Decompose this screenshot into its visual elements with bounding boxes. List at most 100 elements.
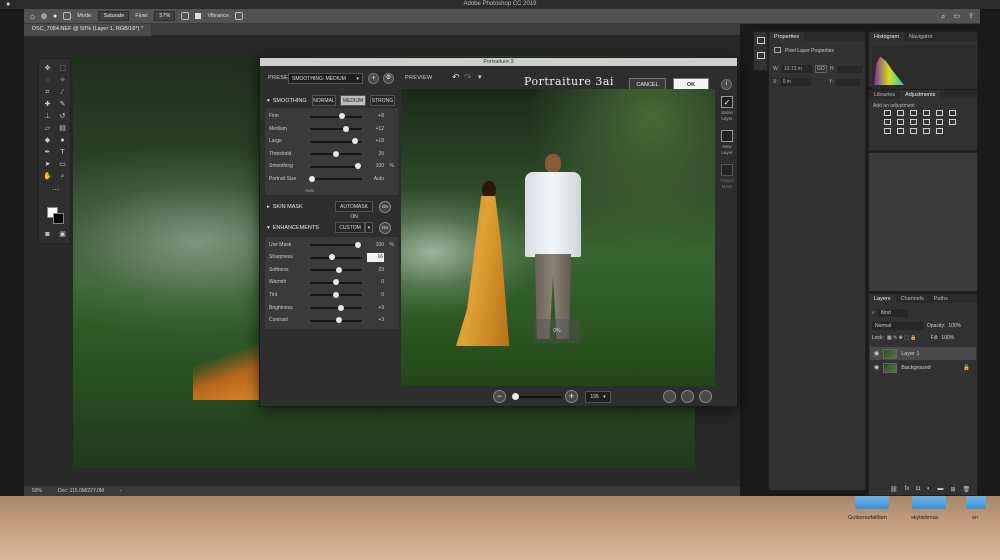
channels-tab[interactable]: Channels [896, 294, 929, 303]
desktop-icon-label[interactable]: sn [972, 515, 978, 521]
workspace-icon[interactable]: ▭ [954, 12, 961, 22]
status-zoom[interactable]: 50% [32, 488, 42, 494]
dodge-tool-icon[interactable]: ● [58, 137, 67, 144]
slider-track[interactable] [310, 178, 362, 181]
quick-mask-icon[interactable]: ◙ [43, 231, 52, 238]
hue-adjustment-icon[interactable] [884, 119, 891, 125]
opacity-field[interactable]: 100% [948, 323, 961, 329]
vibrance-checkbox[interactable] [195, 13, 202, 19]
x-field[interactable]: 0 in [780, 78, 811, 86]
search-icon[interactable]: ⌕ [941, 12, 945, 22]
group-icon[interactable]: ▬ [938, 486, 944, 493]
libraries-tab[interactable]: Libraries [869, 90, 900, 99]
navigator-tab[interactable]: Navigator [904, 32, 938, 41]
smoothing-medium-button[interactable]: MEDIUM [340, 95, 366, 106]
fill-field[interactable]: 100% [941, 335, 954, 341]
desktop-icon-label[interactable]: Gutierrezfallfam [848, 515, 887, 521]
more-tools-icon[interactable]: ⋯ [51, 187, 60, 194]
smoothing-header[interactable]: ▾ SMOOTHING NORMAL MEDIUM STRONG [265, 94, 398, 108]
background-color-swatch[interactable] [53, 213, 64, 224]
same-layer-checkbox[interactable]: ✓ [721, 96, 733, 108]
eye-icon[interactable]: ◉ [874, 350, 879, 357]
bw-adjustment-icon[interactable] [910, 119, 917, 125]
pressure-icon[interactable] [235, 12, 244, 20]
new-layer-checkbox[interactable] [721, 130, 733, 142]
link-layers-icon[interactable]: ⛓ [890, 486, 898, 493]
slider-value-input[interactable]: 16 [367, 252, 384, 262]
smoothing-strong-button[interactable]: STRONG [370, 95, 395, 106]
layer-kind-select[interactable]: Kind [877, 309, 908, 317]
slider-track[interactable] [310, 128, 362, 131]
path-select-icon[interactable]: ➤ [43, 161, 52, 168]
trash-icon[interactable]: 🗑 [963, 486, 971, 493]
lasso-tool-icon[interactable]: ◌ [43, 77, 52, 84]
eyedropper-icon[interactable]: ⁄ [58, 89, 67, 96]
slider-knob[interactable] [335, 266, 342, 273]
preset-settings-button[interactable]: ⚙ [383, 73, 394, 84]
eraser-tool-icon[interactable]: ▱ [43, 125, 52, 132]
new-layer-icon[interactable]: ⊞ [951, 486, 956, 493]
selective-color-adjustment-icon[interactable] [923, 128, 930, 134]
curves-adjustment-icon[interactable] [910, 110, 917, 116]
invert-adjustment-icon[interactable] [884, 128, 891, 134]
hand-tool-icon[interactable]: ✋ [43, 173, 52, 180]
marquee-tool-icon[interactable]: ⬚ [58, 65, 67, 72]
crop-tool-icon[interactable]: ⌗ [43, 89, 52, 96]
sponge-tool-icon[interactable]: ◍ [41, 12, 47, 20]
split-horizontal-view-button[interactable] [681, 390, 694, 403]
blend-mode-select[interactable]: Normal [872, 322, 924, 330]
posterize-adjustment-icon[interactable] [897, 128, 904, 134]
add-preset-button[interactable]: + [368, 73, 379, 84]
eye-icon[interactable]: ◉ [874, 364, 879, 371]
pen-tool-icon[interactable]: ✒ [43, 149, 52, 156]
lock-icons[interactable]: ▦ ✎ ✥ ⬚ 🔒 [887, 335, 917, 341]
history-brush-icon[interactable]: ↺ [58, 113, 67, 120]
desktop-folder-icon[interactable] [855, 496, 889, 509]
magic-wand-icon[interactable]: ✧ [58, 77, 67, 84]
slider-knob[interactable] [309, 175, 316, 182]
slider-knob[interactable] [355, 163, 362, 170]
screen-mode-icon[interactable]: ▣ [58, 231, 67, 238]
channel-mixer-adjustment-icon[interactable] [936, 119, 943, 125]
move-tool-icon[interactable]: ✥ [43, 65, 52, 72]
slider-knob[interactable] [333, 150, 339, 157]
type-tool-icon[interactable]: T [58, 149, 67, 156]
brightness-adjustment-icon[interactable] [884, 110, 891, 116]
fx-icon[interactable]: fx [905, 486, 910, 493]
flow-input[interactable]: 57% [154, 11, 176, 21]
threshold-adjustment-icon[interactable] [910, 128, 917, 134]
slider-track[interactable] [310, 307, 362, 310]
skin-mask-toggle[interactable]: On [379, 200, 391, 213]
comments-panel-icon[interactable] [757, 52, 765, 59]
slider-track[interactable] [310, 165, 362, 168]
vibrance-adjustment-icon[interactable] [936, 110, 943, 116]
slider-knob[interactable] [328, 254, 335, 261]
exposure-adjustment-icon[interactable] [923, 110, 930, 116]
desktop-folder-icon[interactable] [966, 496, 986, 509]
brush-tool-icon[interactable]: ✎ [58, 101, 67, 108]
slider-track[interactable] [310, 244, 362, 247]
properties-tab[interactable]: Properties [769, 32, 805, 41]
airbrush-icon[interactable] [181, 12, 190, 20]
status-arrow-icon[interactable]: › [120, 488, 122, 494]
enhancements-header[interactable]: ▾ ENHANCEMENTS CUSTOM ▾ On [265, 219, 398, 237]
mode-select[interactable]: Saturate [98, 11, 130, 21]
info-button[interactable]: i [721, 79, 732, 90]
document-tab[interactable]: DSC_7084.NEF @ 50% (Layer 1, RGB/16*) * [24, 24, 152, 36]
levels-adjustment-icon[interactable] [897, 110, 904, 116]
shape-tool-icon[interactable]: ▭ [58, 161, 67, 168]
slider-knob[interactable] [333, 291, 339, 298]
slider-knob[interactable] [351, 138, 358, 145]
slider-track[interactable] [310, 256, 362, 259]
layer-row-layer-1[interactable]: ◉ Layer 1 [870, 347, 976, 360]
photo-filter-adjustment-icon[interactable] [923, 119, 930, 125]
single-view-button[interactable] [663, 390, 676, 403]
zoom-value[interactable]: 195 ▾ [585, 391, 611, 403]
zoom-slider-knob[interactable] [512, 393, 519, 400]
healing-brush-icon[interactable]: ✚ [43, 101, 52, 108]
desktop-folder-icon[interactable] [912, 496, 946, 509]
slider-knob[interactable] [338, 304, 345, 311]
share-icon[interactable]: ⇪ [968, 12, 974, 22]
adjustments-tab[interactable]: Adjustments [900, 90, 941, 99]
color-balance-adjustment-icon[interactable] [897, 119, 904, 125]
